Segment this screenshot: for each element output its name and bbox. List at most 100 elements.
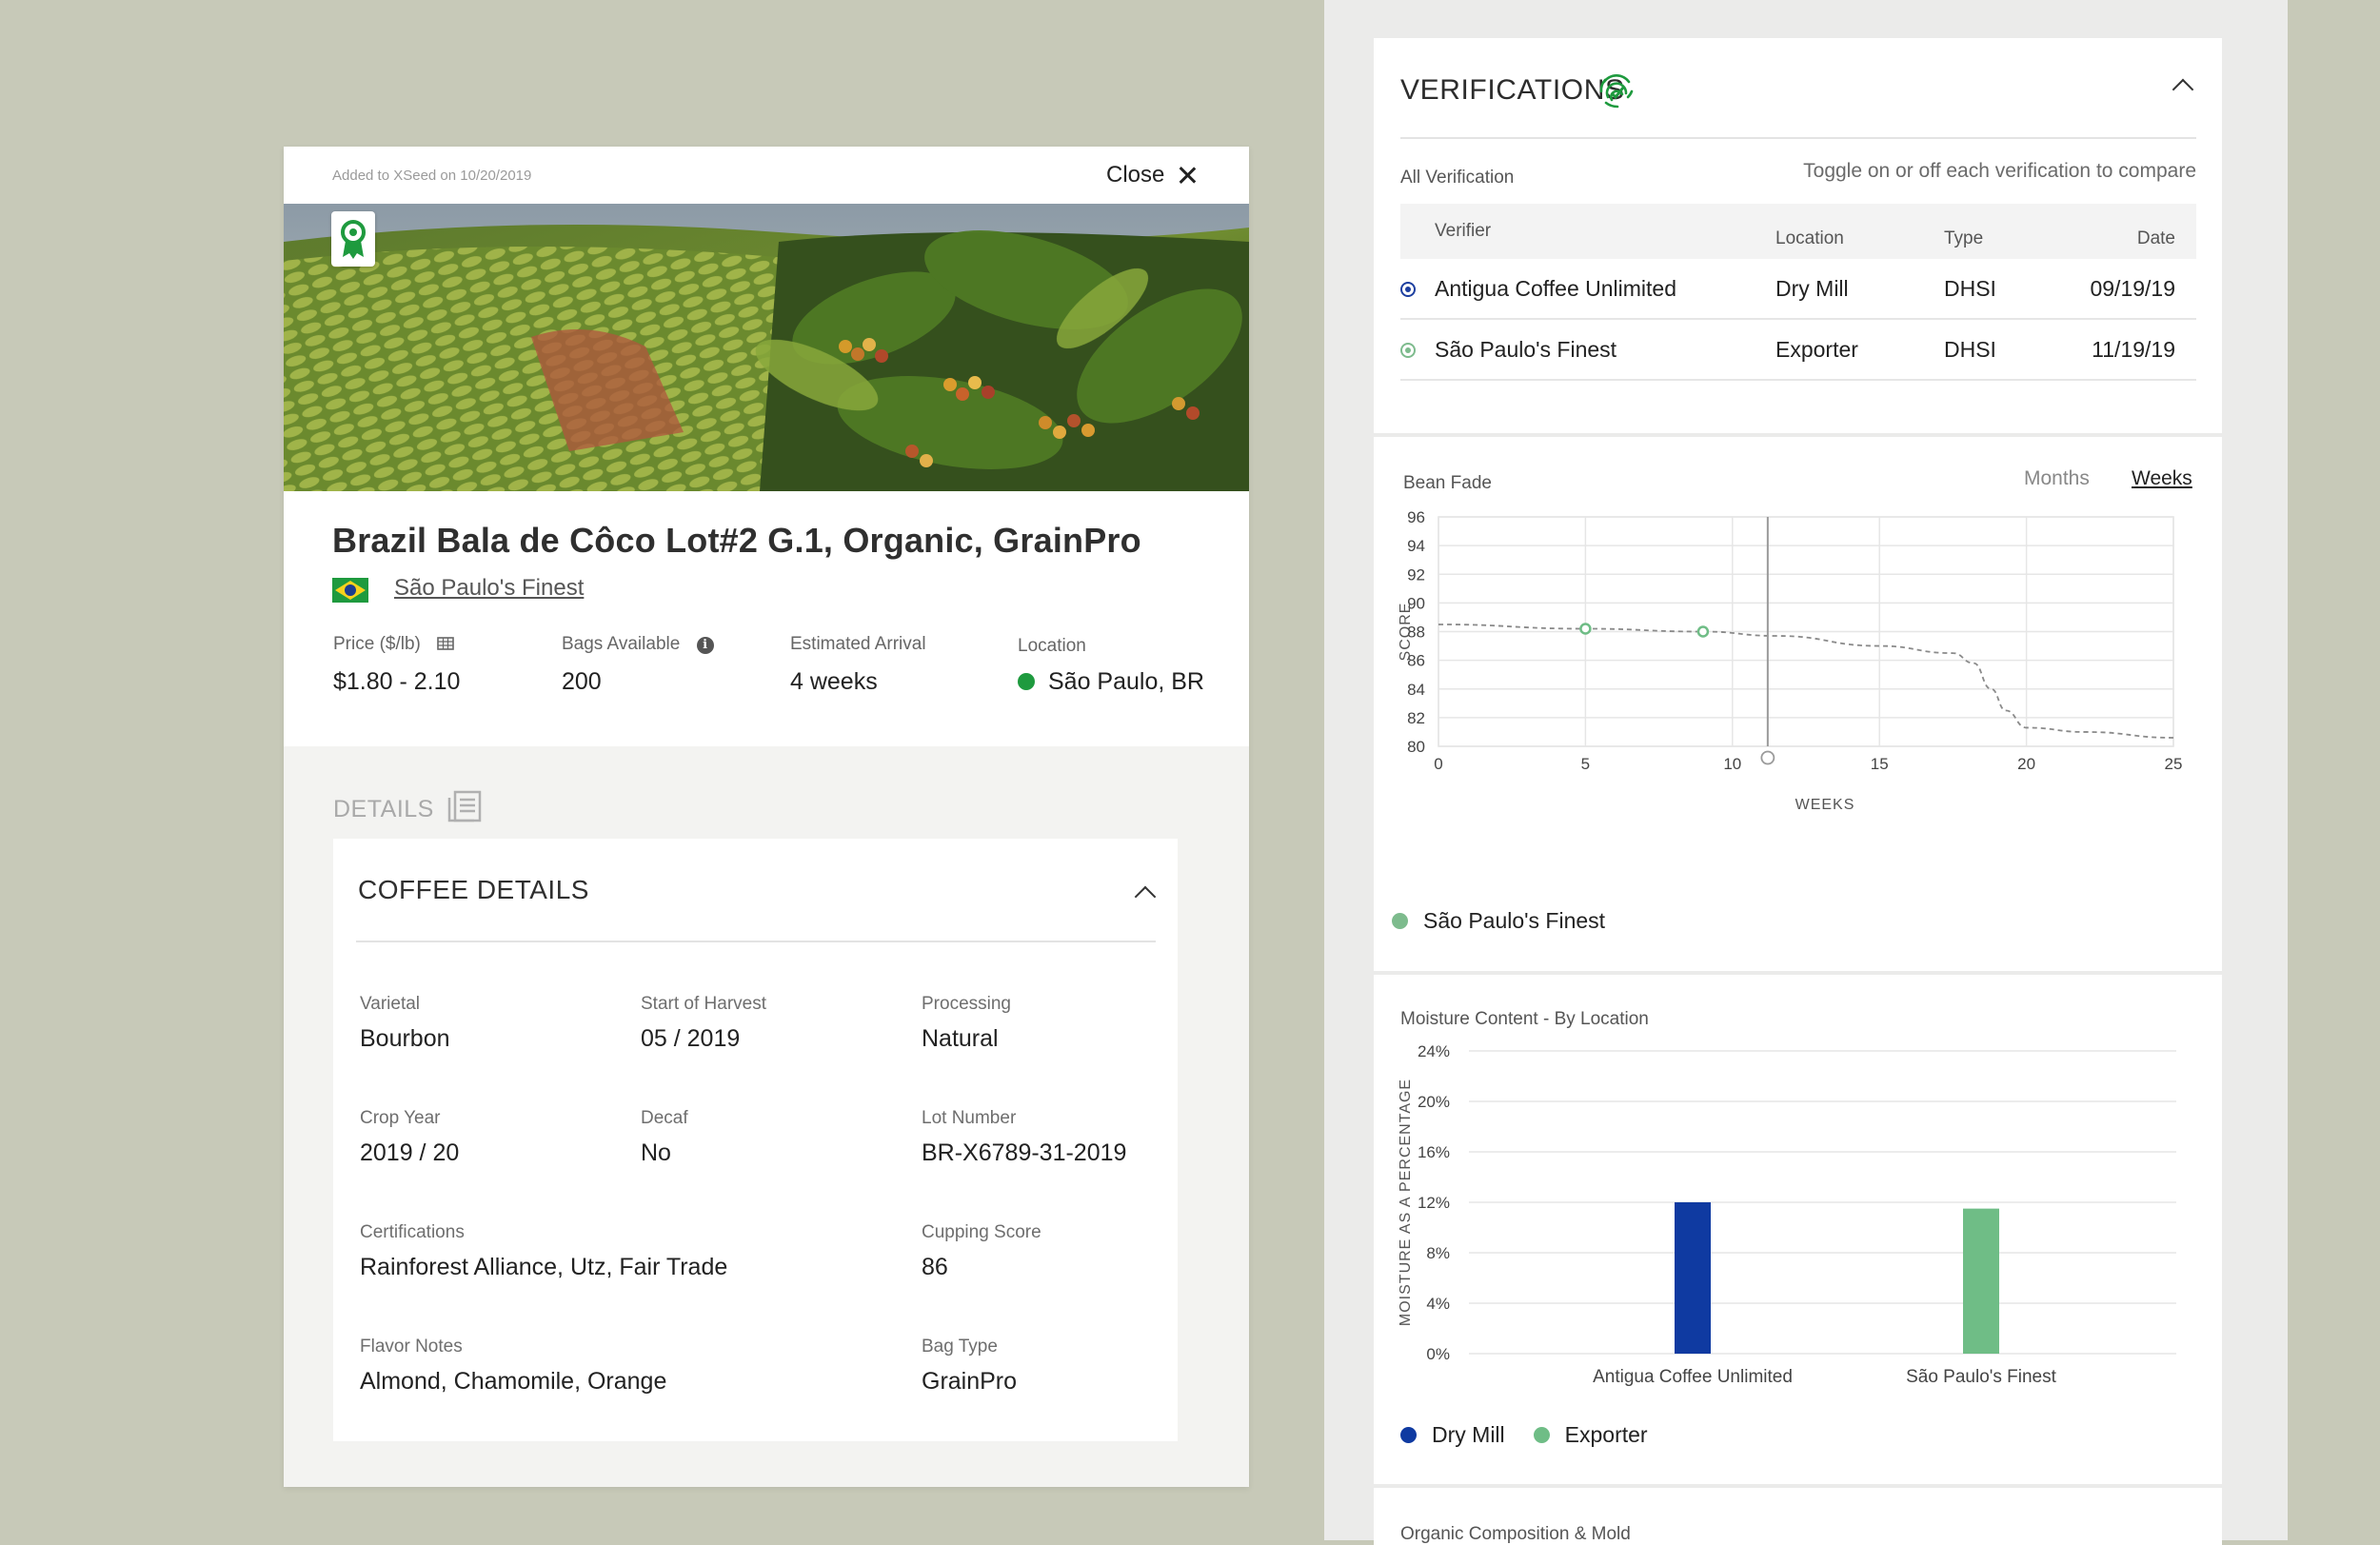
verifier-name: São Paulo's Finest — [1435, 337, 1617, 362]
price-label-text: Price ($/lb) — [333, 634, 421, 654]
cupping-score-label: Cupping Score — [922, 1222, 1041, 1242]
tab-weeks[interactable]: Weeks — [2132, 467, 2192, 490]
bags-available-value: 200 — [562, 668, 602, 695]
coffee-details-title: COFFEE DETAILS — [358, 875, 589, 904]
organic-section: Organic Composition & Mold — [1374, 1488, 2222, 1545]
verifier-name: Antigua Coffee Unlimited — [1435, 276, 1676, 301]
column-type: Type — [1944, 228, 1984, 248]
chevron-up-icon[interactable] — [2172, 78, 2194, 101]
legend-swatch — [1533, 1427, 1550, 1443]
bean-fade-section: Bean Fade Months Weeks 80 82 84 86 88 90 92 94 9… — [1374, 437, 2222, 971]
certifications-value: Rainforest Alliance, Utz, Fair Trade — [360, 1254, 728, 1280]
bag-type-label: Bag Type — [922, 1337, 998, 1357]
tab-months[interactable]: Months — [2024, 467, 2090, 490]
y-axis-title: SCORE — [1398, 603, 1414, 662]
close-button[interactable]: Close — [1106, 162, 1197, 188]
column-verifier: Verifier — [1435, 221, 1492, 241]
y-tick-label: 20% — [1418, 1093, 1450, 1111]
data-point[interactable] — [1696, 625, 1710, 638]
table-row[interactable]: Antigua Coffee Unlimited Dry Mill DHSI 0… — [1400, 261, 2196, 318]
radio-button-selected[interactable] — [1400, 282, 1416, 297]
location-label: Location — [1018, 636, 1086, 656]
harvest-start-value: 05 / 2019 — [641, 1025, 741, 1052]
info-icon[interactable]: i — [696, 637, 714, 654]
flavor-notes-label: Flavor Notes — [360, 1337, 463, 1357]
legend-swatch — [1392, 913, 1408, 929]
bean-fade-chart: 808284868890929496 0 5 10 15 20 25 SCORE WEEK… — [1398, 508, 2183, 813]
y-tick-label: 24% — [1418, 1042, 1450, 1060]
verification-panel: VERIFICATIONS All Verification Toggle on… — [1324, 0, 2288, 1545]
award-ribbon-icon — [331, 211, 375, 267]
flavor-notes-value: Almond, Chamomile, Orange — [360, 1368, 667, 1395]
crop-year-value: 2019 / 20 — [360, 1139, 460, 1166]
legend-label: Exporter — [1564, 1422, 1648, 1447]
y-tick-label: 84 — [1407, 681, 1425, 699]
y-tick-label: 12% — [1418, 1194, 1450, 1212]
certifications-label: Certifications — [360, 1222, 465, 1242]
y-tick-label: 82 — [1407, 709, 1425, 727]
varietal-value: Bourbon — [360, 1025, 450, 1052]
moisture-chart: 0% 4% 8% 12% 16% 20% 24% Antigua Coffee Unlimi… — [1398, 1042, 2176, 1387]
decaf-label: Decaf — [641, 1108, 688, 1128]
data-point[interactable] — [1579, 623, 1592, 635]
x-tick-label: 15 — [1871, 755, 1889, 773]
y-axis-title: MOISTURE AS A PERCENTAGE — [1398, 1079, 1414, 1326]
legend-swatch — [1400, 1427, 1417, 1443]
price-value: $1.80 - 2.10 — [333, 668, 461, 695]
organic-label: Organic Composition & Mold — [1400, 1524, 1631, 1544]
divider — [1400, 137, 2196, 139]
supplier-link[interactable]: São Paulo's Finest — [394, 575, 584, 602]
y-tick-label: 0% — [1426, 1345, 1450, 1363]
chevron-up-icon[interactable] — [1134, 885, 1157, 908]
lot-number-label: Lot Number — [922, 1108, 1017, 1128]
y-tick-label: 80 — [1407, 738, 1425, 756]
decaf-value: No — [641, 1139, 671, 1166]
product-card: Added to XSeed on 10/20/2019 Close Brazi… — [284, 147, 1249, 1487]
x-tick-label: 20 — [2017, 755, 2035, 773]
column-date: Date — [2136, 228, 2175, 248]
y-tick-label: 94 — [1407, 537, 1425, 555]
y-tick-label: 96 — [1407, 508, 1425, 526]
legend-label: São Paulo's Finest — [1423, 908, 1606, 933]
close-icon — [1178, 166, 1197, 185]
varietal-label: Varietal — [360, 994, 421, 1014]
coffee-farm-photo — [284, 204, 1249, 491]
details-heading-text: DETAILS — [333, 796, 434, 822]
details-heading: DETAILS — [333, 790, 482, 829]
brazil-flag-icon — [332, 578, 368, 603]
y-tick-label: 4% — [1426, 1295, 1450, 1313]
processing-value: Natural — [922, 1025, 999, 1052]
moisture-section: Moisture Content - By Location 0% 4% 8% 12%… — [1374, 975, 2222, 1484]
table-icon[interactable] — [437, 635, 454, 656]
radio-button[interactable] — [1400, 343, 1416, 358]
legend-item-exporter: Exporter — [1533, 1422, 1648, 1448]
x-tick-label: 10 — [1723, 755, 1741, 773]
location-value: São Paulo, BR — [1018, 668, 1204, 696]
verification-type: DHSI — [1944, 276, 1996, 301]
legend-item-dry-mill: Dry Mill — [1400, 1422, 1505, 1448]
harvest-start-label: Start of Harvest — [641, 994, 766, 1014]
cupping-score-value: 86 — [922, 1254, 948, 1280]
location-value-text: São Paulo, BR — [1048, 668, 1204, 695]
estimated-arrival-label: Estimated Arrival — [790, 634, 926, 654]
price-label: Price ($/lb) — [333, 634, 454, 656]
x-tick-label: 25 — [2165, 755, 2183, 773]
x-category-label: São Paulo's Finest — [1906, 1367, 2057, 1387]
verification-type: DHSI — [1944, 337, 1996, 362]
week-slider-handle[interactable] — [1760, 750, 1775, 765]
product-title: Brazil Bala de Côco Lot#2 G.1, Organic, … — [332, 521, 1141, 560]
divider — [1400, 318, 2196, 320]
product-summary: Added to XSeed on 10/20/2019 Close Brazi… — [284, 147, 1249, 746]
verifications-section: VERIFICATIONS All Verification Toggle on… — [1374, 38, 2222, 433]
legend-label: Dry Mill — [1432, 1422, 1505, 1447]
y-tick-label: 92 — [1407, 565, 1425, 584]
bags-available-label-text: Bags Available — [562, 634, 681, 654]
estimated-arrival-value: 4 weeks — [790, 668, 878, 695]
table-row[interactable]: São Paulo's Finest Exporter DHSI 11/19/1… — [1400, 322, 2196, 379]
divider — [1400, 379, 2196, 381]
x-tick-label: 5 — [1581, 755, 1590, 773]
all-verification-label: All Verification — [1400, 168, 1515, 188]
bean-fade-legend: São Paulo's Finest — [1392, 908, 1605, 934]
crop-year-label: Crop Year — [360, 1108, 441, 1128]
bar-dry-mill — [1675, 1202, 1711, 1354]
